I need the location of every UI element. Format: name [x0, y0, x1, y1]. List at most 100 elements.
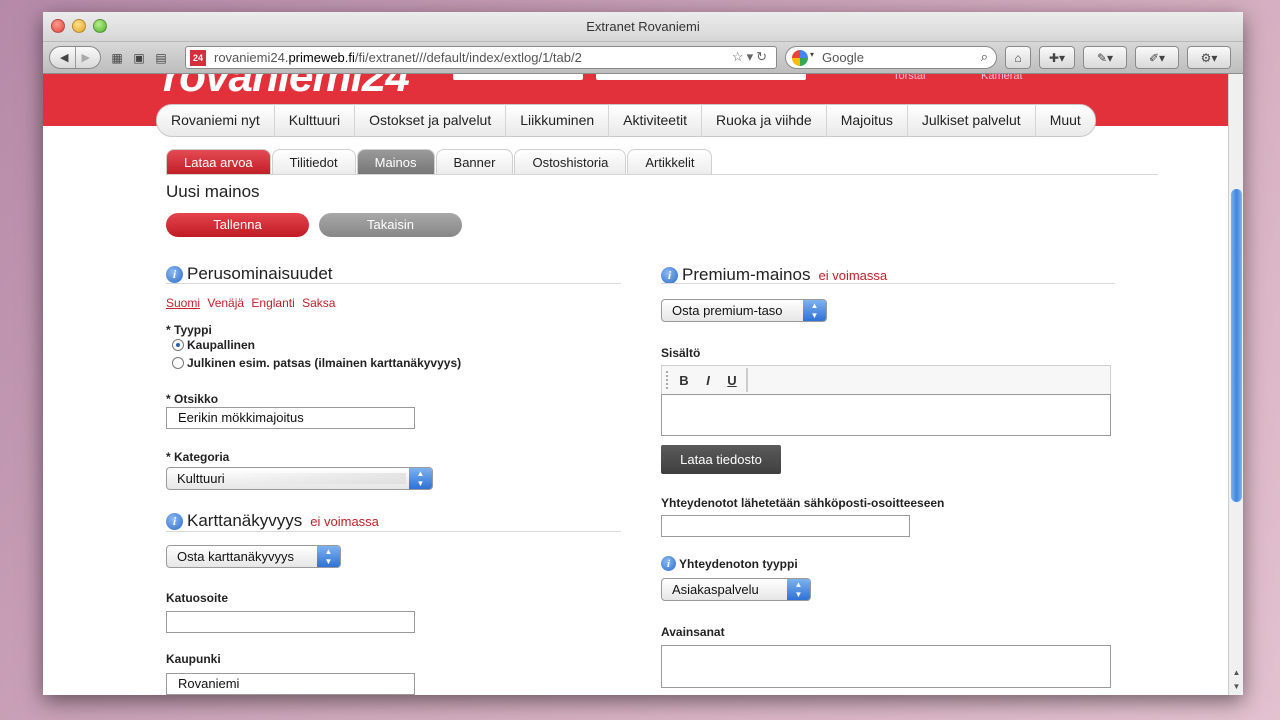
email-input[interactable] — [661, 515, 910, 537]
site-favicon-icon: 24 — [190, 50, 206, 66]
lang-saksa[interactable]: Saksa — [302, 296, 335, 310]
city-input[interactable]: Rovaniemi — [166, 673, 415, 695]
map-visibility-heading: i Karttanäkyvyys ei voimassa — [166, 511, 379, 531]
tab-artikkelit[interactable]: Artikkelit — [627, 149, 713, 174]
street-input[interactable] — [166, 611, 415, 633]
google-icon — [792, 50, 808, 66]
header-link-2[interactable]: Kamerat — [981, 74, 1023, 82]
info-icon[interactable]: i — [166, 265, 183, 283]
minimize-window-button[interactable] — [72, 19, 86, 33]
section-divider — [166, 283, 621, 284]
main-navigation: Rovaniemi nyt Kulttuuri Ostokset ja palv… — [156, 104, 1096, 137]
nav-item-liikkuminen[interactable]: Liikkuminen — [506, 104, 610, 137]
nav-item-ostokset[interactable]: Ostokset ja palvelut — [355, 104, 507, 137]
search-placeholder: Google — [822, 50, 864, 65]
select-arrows-icon: ▲ ▼ — [803, 300, 826, 321]
zoom-window-button[interactable] — [93, 19, 107, 33]
star-reload-icons[interactable]: ☆▾↻ — [732, 49, 770, 65]
settings-icon[interactable]: ⚙▾ — [1187, 46, 1231, 69]
premium-select-value: Osta premium-taso — [672, 303, 783, 318]
select-arrows-icon: ▲ ▼ — [317, 546, 340, 567]
url-domain: primeweb.fi — [288, 50, 355, 65]
radio-public[interactable] — [172, 357, 184, 369]
tab-icon[interactable]: ▣ — [131, 46, 147, 69]
forward-arrow-icon[interactable]: ▶ — [82, 51, 90, 64]
back-forward-buttons[interactable]: ◀ ▶ — [49, 46, 101, 69]
info-icon[interactable]: i — [166, 512, 183, 530]
browser-toolbar: ◀ ▶ ▦ ▣ ▤ 24 rovaniemi24. primeweb.fi/fi/… — [43, 42, 1243, 74]
basic-properties-heading: i Perusominaisuudet — [166, 264, 333, 284]
nav-item-majoitus[interactable]: Majoitus — [827, 104, 908, 137]
nav-item-julkiset[interactable]: Julkiset palvelut — [908, 104, 1036, 137]
title-input[interactable]: Eerikin mökkimajoitus — [166, 407, 415, 429]
category-select[interactable]: Kulttuuri ▲ ▼ — [166, 467, 433, 490]
editor-toolbar: B I U — [661, 365, 1111, 394]
contact-type-select[interactable]: Asiakaspalvelu ▲ ▼ — [661, 578, 811, 601]
scroll-down-icon[interactable]: ▼ — [1229, 682, 1243, 691]
tab-tilitiedot[interactable]: Tilitiedot — [271, 149, 356, 174]
title-bar: Extranet Rovaniemi — [43, 12, 1243, 42]
keywords-textarea[interactable] — [661, 645, 1111, 688]
header-search-input[interactable] — [453, 74, 583, 80]
lang-suomi[interactable]: Suomi — [166, 296, 200, 310]
email-label: Yhteydenotot lähetetään sähköposti-osoit… — [661, 496, 945, 510]
site-logo[interactable]: rovaniemi24 — [163, 74, 410, 102]
nav-item-kulttuuri[interactable]: Kulttuuri — [275, 104, 356, 137]
info-icon[interactable]: i — [661, 556, 676, 571]
back-arrow-icon[interactable]: ◀ — [60, 51, 68, 64]
scroll-thumb[interactable] — [1231, 189, 1242, 502]
search-engine-dropdown-icon[interactable]: ▾ — [810, 50, 814, 59]
addon-icon[interactable]: ✚▾ — [1039, 46, 1075, 69]
radio-commercial[interactable] — [172, 339, 184, 351]
tab-mainos[interactable]: Mainos — [356, 149, 435, 174]
type-option-commercial-label: Kaupallinen — [187, 338, 256, 352]
basic-heading-text: Perusominaisuudet — [187, 264, 333, 283]
address-bar[interactable]: 24 rovaniemi24. primeweb.fi/fi/extranet//… — [185, 46, 777, 69]
browser-window: Extranet Rovaniemi ◀ ▶ ▦ ▣ ▤ 24 rovaniem… — [43, 12, 1243, 695]
back-button[interactable]: Takaisin — [319, 213, 462, 237]
select-arrows-icon: ▲ ▼ — [409, 468, 432, 489]
bookmark-icon[interactable]: ▤ — [153, 46, 169, 69]
tab-banner[interactable]: Banner — [435, 149, 514, 174]
type-option-public[interactable]: Julkinen esim. patsas (ilmainen karttanä… — [172, 356, 461, 370]
search-icon[interactable]: ⌕ — [981, 49, 988, 65]
search-bar[interactable]: ▾ Google ⌕ — [785, 46, 997, 69]
premium-select[interactable]: Osta premium-taso ▲ ▼ — [661, 299, 827, 322]
premium-status: ei voimassa — [818, 267, 888, 283]
home-icon[interactable]: ⌂ — [1005, 46, 1031, 69]
nav-item-rovaniemi-nyt[interactable]: Rovaniemi nyt — [157, 104, 275, 137]
map-visibility-select[interactable]: Osta karttanäkyvyys ▲ ▼ — [166, 545, 341, 568]
header-link-1[interactable]: Torstai — [893, 74, 925, 82]
nav-item-aktiviteetit[interactable]: Aktiviteetit — [609, 104, 702, 137]
map-heading-text: Karttanäkyvyys — [187, 511, 303, 530]
content-editor[interactable] — [661, 394, 1111, 436]
lang-englanti[interactable]: Englanti — [251, 296, 294, 310]
nav-item-muut[interactable]: Muut — [1036, 104, 1095, 137]
tool-icon[interactable]: ✎▾ — [1083, 46, 1127, 69]
info-icon[interactable]: i — [661, 266, 678, 284]
type-label: * Tyyppi — [166, 323, 212, 337]
tab-lataa-arvoa[interactable]: Lataa arvoa — [166, 149, 271, 174]
underline-button[interactable]: U — [720, 373, 744, 388]
page-scrollbar[interactable]: ▲ ▼ — [1228, 74, 1243, 695]
save-button[interactable]: Tallenna — [166, 213, 309, 237]
type-option-commercial[interactable]: Kaupallinen — [172, 338, 255, 352]
tab-ostoshistoria[interactable]: Ostoshistoria — [514, 149, 627, 174]
scroll-up-icon[interactable]: ▲ — [1229, 668, 1243, 677]
category-label: * Kategoria — [166, 450, 230, 464]
nav-item-ruoka[interactable]: Ruoka ja viihde — [702, 104, 827, 137]
section-divider — [166, 531, 621, 532]
window-icon[interactable]: ▦ — [109, 46, 125, 69]
header-input[interactable] — [596, 74, 806, 80]
bold-button[interactable]: B — [672, 373, 696, 388]
premium-heading: i Premium-mainos ei voimassa — [661, 265, 887, 285]
pen-icon[interactable]: ✐▾ — [1135, 46, 1179, 69]
close-window-button[interactable] — [51, 19, 65, 33]
lang-venaja[interactable]: Venäjä — [207, 296, 244, 310]
italic-button[interactable]: I — [696, 373, 720, 388]
contact-type-label-row: i Yhteydenoton tyyppi — [661, 556, 798, 571]
url-prefix: rovaniemi24. — [214, 50, 289, 65]
select-arrows-icon: ▲ ▼ — [787, 579, 810, 600]
upload-file-button[interactable]: Lataa tiedosto — [661, 445, 781, 474]
web-page: rovaniemi24 Torstai Kamerat Rovaniemi ny… — [43, 74, 1228, 695]
